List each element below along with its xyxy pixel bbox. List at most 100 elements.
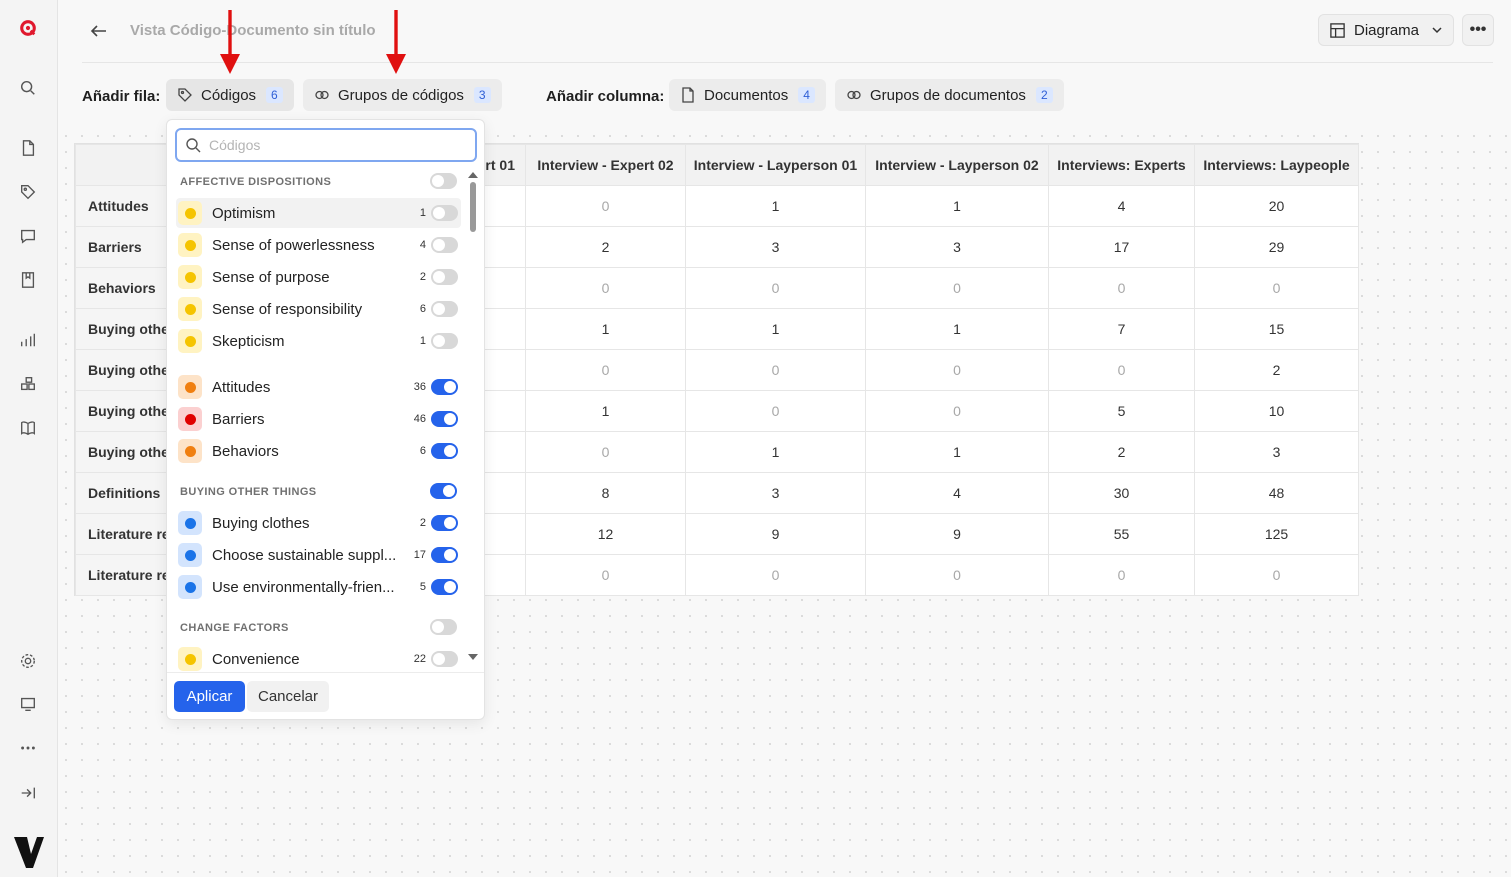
table-cell[interactable]: 29 xyxy=(1194,226,1359,268)
table-cell[interactable]: 1 xyxy=(865,308,1049,350)
scrollbar-thumb[interactable] xyxy=(470,182,476,232)
table-cell[interactable]: 0 xyxy=(865,554,1049,596)
group-toggle[interactable] xyxy=(430,619,457,635)
code-list-item[interactable]: Sense of responsibility 6 xyxy=(176,294,461,324)
code-toggle[interactable] xyxy=(431,205,458,221)
table-cell[interactable]: 0 xyxy=(525,554,686,596)
more-options-button[interactable]: ••• xyxy=(1462,14,1494,46)
scrollbar[interactable] xyxy=(467,172,479,668)
column-header[interactable]: Interviews: Experts xyxy=(1048,144,1195,186)
table-cell[interactable]: 7 xyxy=(1048,308,1195,350)
table-cell[interactable]: 2 xyxy=(525,226,686,268)
code-toggle[interactable] xyxy=(431,269,458,285)
app-logo-icon[interactable] xyxy=(17,17,39,39)
table-cell[interactable]: 20 xyxy=(1194,185,1359,227)
table-cell[interactable]: 3 xyxy=(685,472,866,514)
code-list-item[interactable]: Sense of powerlessness 4 xyxy=(176,230,461,260)
table-cell[interactable]: 125 xyxy=(1194,513,1359,555)
table-cell[interactable]: 1 xyxy=(685,308,866,350)
book-icon[interactable] xyxy=(17,417,39,439)
table-cell[interactable]: 0 xyxy=(525,349,686,391)
view-mode-button[interactable]: Diagrama xyxy=(1318,14,1454,46)
table-cell[interactable]: 0 xyxy=(865,267,1049,309)
code-list-item[interactable]: Barriers 46 xyxy=(176,404,461,434)
table-cell[interactable]: 55 xyxy=(1048,513,1195,555)
column-header[interactable]: Interview - Layperson 01 xyxy=(685,144,866,186)
more-icon[interactable] xyxy=(17,737,39,759)
code-list-item[interactable]: Convenience 22 xyxy=(176,644,461,672)
table-cell[interactable]: 3 xyxy=(1194,431,1359,473)
codes-search-input[interactable] xyxy=(209,137,459,153)
code-list-item[interactable]: Sense of purpose 2 xyxy=(176,262,461,292)
code-toggle[interactable] xyxy=(431,411,458,427)
memo-icon[interactable] xyxy=(17,269,39,291)
table-cell[interactable]: 0 xyxy=(1194,267,1359,309)
table-cell[interactable]: 3 xyxy=(685,226,866,268)
table-cell[interactable]: 0 xyxy=(1048,554,1195,596)
code-toggle[interactable] xyxy=(431,237,458,253)
code-toggle[interactable] xyxy=(431,547,458,563)
table-cell[interactable]: 0 xyxy=(685,390,866,432)
code-toggle[interactable] xyxy=(431,515,458,531)
code-groups-chip[interactable]: Grupos de códigos 3 xyxy=(303,79,502,111)
table-cell[interactable]: 1 xyxy=(865,185,1049,227)
comment-icon[interactable] xyxy=(17,225,39,247)
table-cell[interactable]: 1 xyxy=(685,185,866,227)
table-cell[interactable]: 0 xyxy=(525,267,686,309)
table-cell[interactable]: 0 xyxy=(865,349,1049,391)
table-cell[interactable]: 0 xyxy=(1194,554,1359,596)
column-header[interactable]: Interview - Layperson 02 xyxy=(865,144,1049,186)
network-icon[interactable] xyxy=(17,373,39,395)
table-cell[interactable]: 1 xyxy=(685,431,866,473)
apply-button[interactable]: Aplicar xyxy=(174,681,245,712)
table-cell[interactable]: 4 xyxy=(1048,185,1195,227)
code-list-item[interactable]: Behaviors 6 xyxy=(176,436,461,466)
table-cell[interactable]: 15 xyxy=(1194,308,1359,350)
code-list-item[interactable]: Optimism 1 xyxy=(176,198,461,228)
table-cell[interactable]: 9 xyxy=(685,513,866,555)
feedback-icon[interactable] xyxy=(17,693,39,715)
codes-search-field[interactable] xyxy=(175,128,477,162)
code-toggle[interactable] xyxy=(431,301,458,317)
code-toggle[interactable] xyxy=(431,651,458,667)
table-cell[interactable]: 0 xyxy=(685,554,866,596)
group-toggle[interactable] xyxy=(430,483,457,499)
table-cell[interactable]: 48 xyxy=(1194,472,1359,514)
table-cell[interactable]: 0 xyxy=(1048,267,1195,309)
documents-chip[interactable]: Documentos 4 xyxy=(669,79,826,111)
table-cell[interactable]: 0 xyxy=(1048,349,1195,391)
table-cell[interactable]: 5 xyxy=(1048,390,1195,432)
page-title[interactable]: Vista Código-Documento sin título xyxy=(130,22,376,39)
chart-icon[interactable] xyxy=(17,329,39,351)
code-toggle[interactable] xyxy=(431,443,458,459)
search-icon[interactable] xyxy=(17,77,39,99)
scroll-down-icon[interactable] xyxy=(468,654,478,660)
table-cell[interactable]: 1 xyxy=(865,431,1049,473)
scroll-up-icon[interactable] xyxy=(468,172,478,178)
table-cell[interactable]: 10 xyxy=(1194,390,1359,432)
tag-icon[interactable] xyxy=(17,181,39,203)
table-cell[interactable]: 30 xyxy=(1048,472,1195,514)
code-list-item[interactable]: Buying clothes 2 xyxy=(176,508,461,538)
cancel-button[interactable]: Cancelar xyxy=(247,681,329,712)
table-cell[interactable]: 4 xyxy=(865,472,1049,514)
code-list-item[interactable]: Attitudes 36 xyxy=(176,372,461,402)
table-cell[interactable]: 1 xyxy=(525,308,686,350)
column-header[interactable]: Interviews: Laypeople xyxy=(1194,144,1359,186)
table-cell[interactable]: 9 xyxy=(865,513,1049,555)
group-toggle[interactable] xyxy=(430,173,457,189)
table-cell[interactable]: 0 xyxy=(685,349,866,391)
table-cell[interactable]: 0 xyxy=(685,267,866,309)
table-cell[interactable]: 0 xyxy=(525,431,686,473)
code-list-item[interactable]: Choose sustainable suppl... 17 xyxy=(176,540,461,570)
code-toggle[interactable] xyxy=(431,333,458,349)
table-cell[interactable]: 3 xyxy=(865,226,1049,268)
column-header[interactable]: Interview - Expert 02 xyxy=(525,144,686,186)
table-cell[interactable]: 0 xyxy=(525,185,686,227)
table-cell[interactable]: 8 xyxy=(525,472,686,514)
table-cell[interactable]: 12 xyxy=(525,513,686,555)
table-cell[interactable]: 17 xyxy=(1048,226,1195,268)
document-groups-chip[interactable]: Grupos de documentos 2 xyxy=(835,79,1064,111)
code-toggle[interactable] xyxy=(431,579,458,595)
settings-icon[interactable] xyxy=(17,650,39,672)
